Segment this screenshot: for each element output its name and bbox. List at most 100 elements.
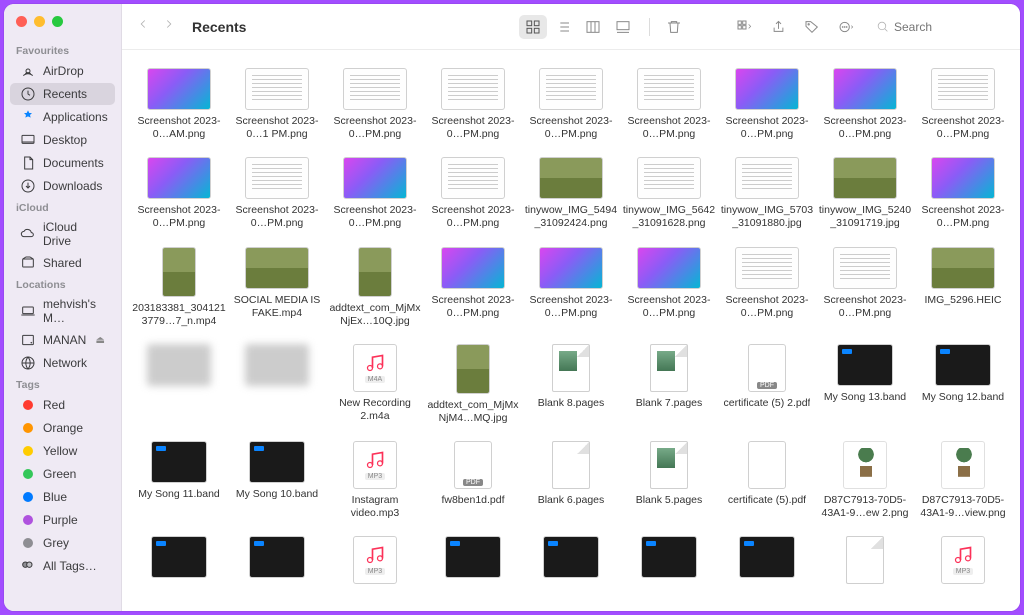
- file-item[interactable]: tinywow_IMG_5703_31091880.jpg: [718, 153, 816, 242]
- file-item[interactable]: Screenshot 2023-0…1 PM.png: [228, 64, 326, 153]
- file-item[interactable]: [816, 532, 914, 601]
- file-thumbnail: [245, 68, 309, 110]
- view-icons-button[interactable]: [519, 15, 547, 39]
- file-item[interactable]: [228, 340, 326, 437]
- sidebar-item-orange[interactable]: Orange: [10, 417, 115, 439]
- sidebar-item-recents[interactable]: Recents: [10, 83, 115, 105]
- file-item[interactable]: Screenshot 2023-0…PM.png: [522, 64, 620, 153]
- nav-back-button[interactable]: [136, 17, 150, 36]
- search-icon: [876, 20, 889, 33]
- search-input[interactable]: [894, 20, 984, 34]
- file-item[interactable]: fw8ben1d.pdf: [424, 437, 522, 532]
- sidebar-item-mehvish-s-m-[interactable]: mehvish's M…: [10, 294, 115, 328]
- file-item[interactable]: addtext_com_MjMxNjM4…MQ.jpg: [424, 340, 522, 437]
- file-item[interactable]: addtext_com_MjMxNjEx…10Q.jpg: [326, 243, 424, 340]
- more-button[interactable]: [832, 15, 860, 39]
- sidebar-item-desktop[interactable]: Desktop: [10, 129, 115, 151]
- view-list-button[interactable]: [549, 15, 577, 39]
- file-name: addtext_com_MjMxNjEx…10Q.jpg: [328, 302, 422, 328]
- file-item[interactable]: 203183381_3041213779…7_n.mp4: [130, 243, 228, 340]
- file-item[interactable]: Screenshot 2023-0…PM.png: [424, 153, 522, 242]
- file-name: certificate (5) 2.pdf: [724, 397, 811, 410]
- sidebar-item-purple[interactable]: Purple: [10, 509, 115, 531]
- sidebar-item-grey[interactable]: Grey: [10, 532, 115, 554]
- tags-button[interactable]: [798, 15, 826, 39]
- view-columns-button[interactable]: [579, 15, 607, 39]
- file-item[interactable]: certificate (5).pdf: [718, 437, 816, 532]
- file-item[interactable]: [424, 532, 522, 601]
- sidebar-item-shared[interactable]: Shared: [10, 252, 115, 274]
- file-item[interactable]: Screenshot 2023-0…PM.png: [326, 153, 424, 242]
- file-item[interactable]: Blank 6.pages: [522, 437, 620, 532]
- file-item[interactable]: Screenshot 2023-0…PM.png: [914, 153, 1012, 242]
- file-item[interactable]: MP3: [326, 532, 424, 601]
- sidebar-item-documents[interactable]: Documents: [10, 152, 115, 174]
- file-item[interactable]: tinywow_IMG_5494_31092424.png: [522, 153, 620, 242]
- file-thumbnail: [539, 247, 603, 289]
- sidebar-item-all-tags-[interactable]: All Tags…: [10, 555, 115, 577]
- search-field[interactable]: [876, 20, 1006, 34]
- file-item[interactable]: Screenshot 2023-0…PM.png: [424, 243, 522, 340]
- file-item[interactable]: SOCIAL MEDIA IS FAKE.mp4: [228, 243, 326, 340]
- file-item[interactable]: Screenshot 2023-0…PM.png: [130, 153, 228, 242]
- file-item[interactable]: MP3: [914, 532, 1012, 601]
- file-item[interactable]: Screenshot 2023-0…PM.png: [620, 64, 718, 153]
- file-item[interactable]: My Song 10.band: [228, 437, 326, 532]
- file-item[interactable]: My Song 12.band: [914, 340, 1012, 437]
- eject-icon[interactable]: ⏏: [96, 335, 105, 346]
- file-item[interactable]: [522, 532, 620, 601]
- file-item[interactable]: D87C7913-70D5-43A1-9…view.png: [914, 437, 1012, 532]
- zoom-button[interactable]: [52, 16, 63, 27]
- file-item[interactable]: tinywow_IMG_5240_31091719.jpg: [816, 153, 914, 242]
- file-item[interactable]: My Song 13.band: [816, 340, 914, 437]
- file-item[interactable]: Blank 5.pages: [620, 437, 718, 532]
- file-item[interactable]: certificate (5) 2.pdf: [718, 340, 816, 437]
- trash-button[interactable]: [660, 15, 688, 39]
- share-button[interactable]: [764, 15, 792, 39]
- sidebar-item-applications[interactable]: Applications: [10, 106, 115, 128]
- file-item[interactable]: MP3Instagram video.mp3: [326, 437, 424, 532]
- file-item[interactable]: My Song 11.band: [130, 437, 228, 532]
- file-item[interactable]: Screenshot 2023-0…PM.png: [424, 64, 522, 153]
- file-item[interactable]: Blank 8.pages: [522, 340, 620, 437]
- sidebar-item-downloads[interactable]: Downloads: [10, 175, 115, 197]
- file-name: Screenshot 2023-0…1 PM.png: [230, 115, 324, 141]
- file-item[interactable]: Blank 7.pages: [620, 340, 718, 437]
- file-item[interactable]: Screenshot 2023-0…PM.png: [816, 64, 914, 153]
- sidebar-item-yellow[interactable]: Yellow: [10, 440, 115, 462]
- file-item[interactable]: [130, 340, 228, 437]
- file-item[interactable]: Screenshot 2023-0…PM.png: [816, 243, 914, 340]
- file-item[interactable]: Screenshot 2023-0…PM.png: [228, 153, 326, 242]
- file-item[interactable]: [718, 532, 816, 601]
- sidebar-item-red[interactable]: Red: [10, 394, 115, 416]
- file-item[interactable]: IMG_5296.HEIC: [914, 243, 1012, 340]
- view-gallery-button[interactable]: [609, 15, 637, 39]
- sidebar-item-airdrop[interactable]: AirDrop: [10, 60, 115, 82]
- file-name: tinywow_IMG_5642_31091628.png: [622, 204, 716, 230]
- minimize-button[interactable]: [34, 16, 45, 27]
- group-button[interactable]: [730, 15, 758, 39]
- sidebar-item-green[interactable]: Green: [10, 463, 115, 485]
- file-item[interactable]: Screenshot 2023-0…PM.png: [620, 243, 718, 340]
- file-item[interactable]: Screenshot 2023-0…PM.png: [914, 64, 1012, 153]
- file-item[interactable]: Screenshot 2023-0…PM.png: [326, 64, 424, 153]
- window-title: Recents: [192, 19, 246, 35]
- file-item[interactable]: [620, 532, 718, 601]
- file-item[interactable]: tinywow_IMG_5642_31091628.png: [620, 153, 718, 242]
- file-item[interactable]: Screenshot 2023-0…AM.png: [130, 64, 228, 153]
- file-thumbnail: [748, 344, 786, 392]
- close-button[interactable]: [16, 16, 27, 27]
- file-item[interactable]: Screenshot 2023-0…PM.png: [522, 243, 620, 340]
- file-item[interactable]: [228, 532, 326, 601]
- nav-forward-button[interactable]: [162, 17, 176, 36]
- file-item[interactable]: [130, 532, 228, 601]
- file-item[interactable]: Screenshot 2023-0…PM.png: [718, 64, 816, 153]
- file-item[interactable]: D87C7913-70D5-43A1-9…ew 2.png: [816, 437, 914, 532]
- sidebar-item-manan[interactable]: MANAN⏏: [10, 329, 115, 351]
- sidebar-item-blue[interactable]: Blue: [10, 486, 115, 508]
- file-name: certificate (5).pdf: [728, 494, 806, 507]
- sidebar-item-network[interactable]: Network: [10, 352, 115, 374]
- file-item[interactable]: M4ANew Recording 2.m4a: [326, 340, 424, 437]
- file-item[interactable]: Screenshot 2023-0…PM.png: [718, 243, 816, 340]
- sidebar-item-icloud-drive[interactable]: iCloud Drive: [10, 217, 115, 251]
